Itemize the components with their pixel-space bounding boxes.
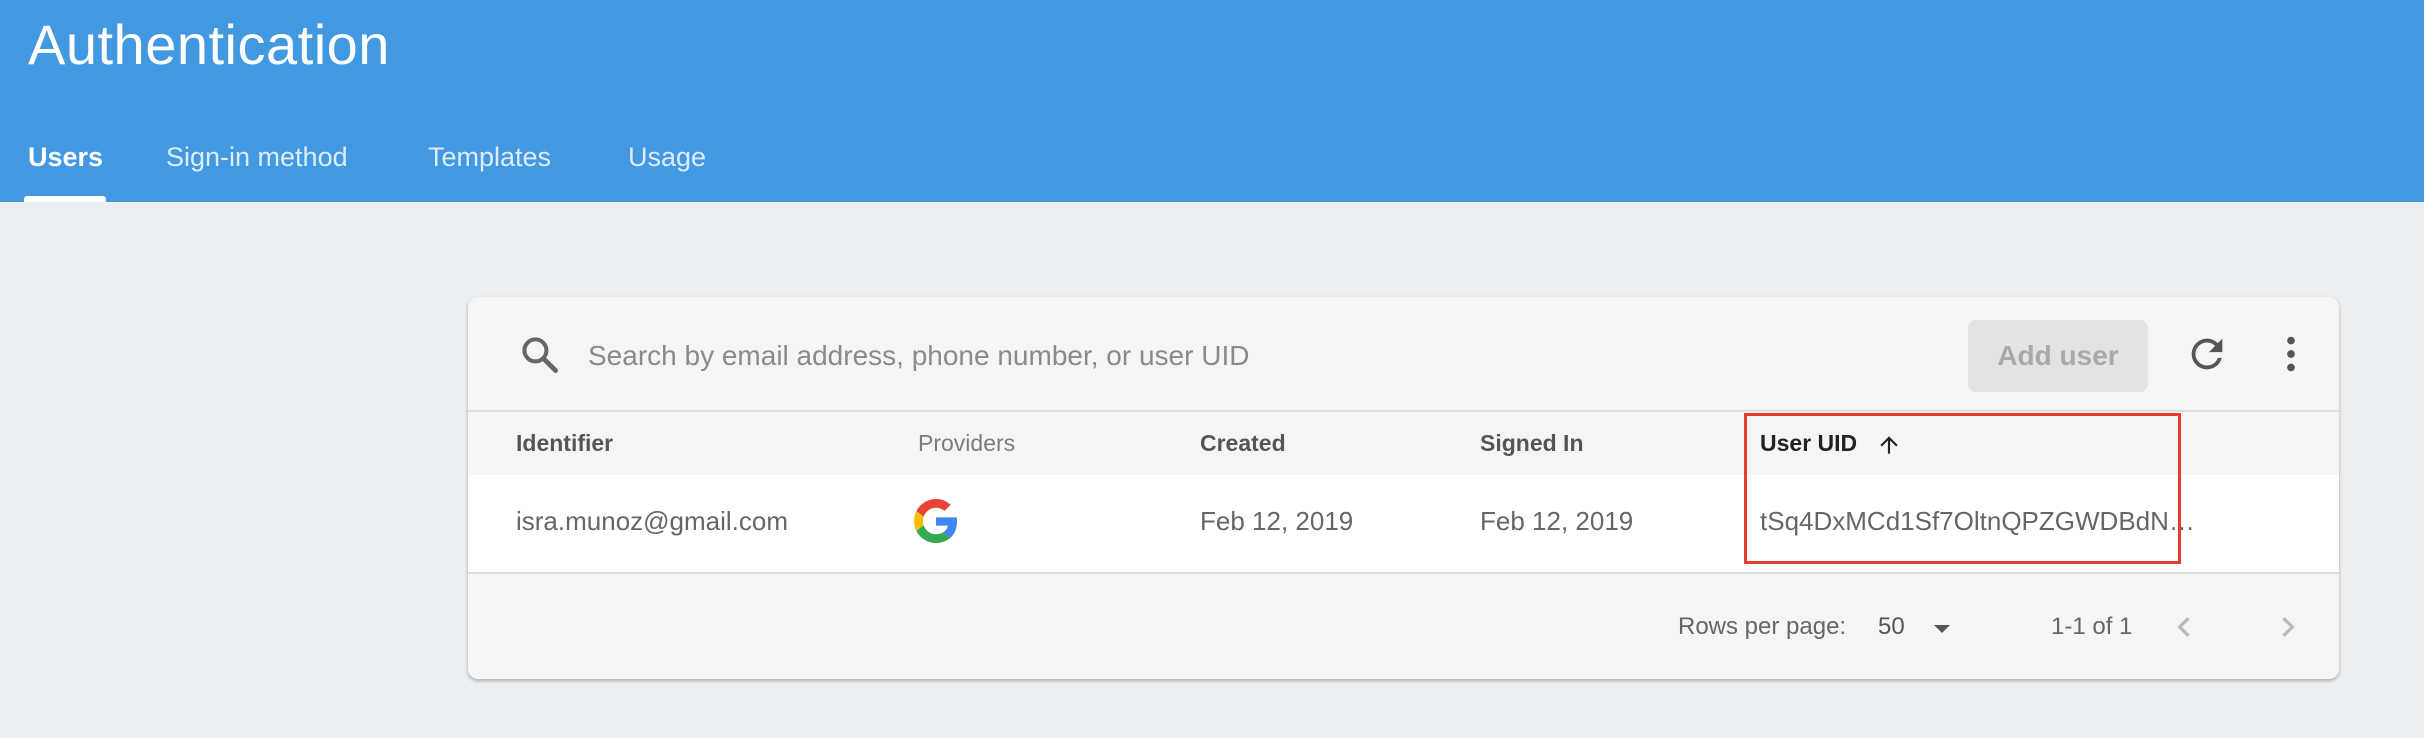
chevron-left-icon[interactable] (2164, 607, 2204, 647)
column-header-providers: Providers (918, 430, 1016, 456)
rows-per-page-label: Rows per page: (1678, 613, 1847, 640)
column-header-user-uid[interactable]: User UID (1760, 430, 1902, 458)
column-header-identifier[interactable]: Identifier (516, 430, 613, 457)
tab-usage[interactable]: Usage (628, 142, 706, 173)
table-row[interactable]: isra.munoz@gmail.com Feb 12, 2019 Feb 12… (468, 475, 2339, 574)
rows-per-page-value: 50 (1878, 613, 1905, 640)
users-card: Add user Identifier Providers Created Si… (468, 297, 2339, 679)
add-user-button[interactable]: Add user (1968, 320, 2148, 392)
pagination-range: 1-1 of 1 (2051, 613, 2133, 640)
tab-templates[interactable]: Templates (428, 142, 551, 173)
more-vert-icon[interactable] (2268, 331, 2314, 377)
cell-identifier: isra.munoz@gmail.com (516, 506, 789, 536)
arrow-drop-down-icon (1934, 625, 1950, 633)
tab-sign-in-method[interactable]: Sign-in method (166, 142, 348, 173)
refresh-icon[interactable] (2184, 331, 2230, 377)
column-header-created[interactable]: Created (1200, 430, 1286, 457)
column-header-user-uid-label: User UID (1760, 430, 1858, 456)
chevron-right-icon[interactable] (2268, 607, 2308, 647)
cell-signed-in: Feb 12, 2019 (1480, 506, 1634, 536)
cell-created: Feb 12, 2019 (1200, 506, 1354, 536)
page-title: Authentication (28, 13, 390, 76)
rows-per-page-select[interactable]: 50 (1878, 607, 1958, 647)
arrow-up-icon (1879, 436, 1898, 454)
search-icon (522, 337, 558, 373)
tab-users[interactable]: Users (28, 142, 103, 173)
column-header-signed-in[interactable]: Signed In (1480, 430, 1584, 457)
cell-user-uid: tSq4DxMCd1Sf7OltnQPZGWDBdN… (1760, 506, 2195, 536)
app-header: Authentication Users Sign-in method Temp… (0, 0, 2424, 202)
active-tab-indicator (24, 196, 106, 202)
google-icon (914, 499, 958, 543)
table-header: Identifier Providers Created Signed In U… (468, 410, 2339, 477)
search-input[interactable] (586, 333, 1890, 379)
